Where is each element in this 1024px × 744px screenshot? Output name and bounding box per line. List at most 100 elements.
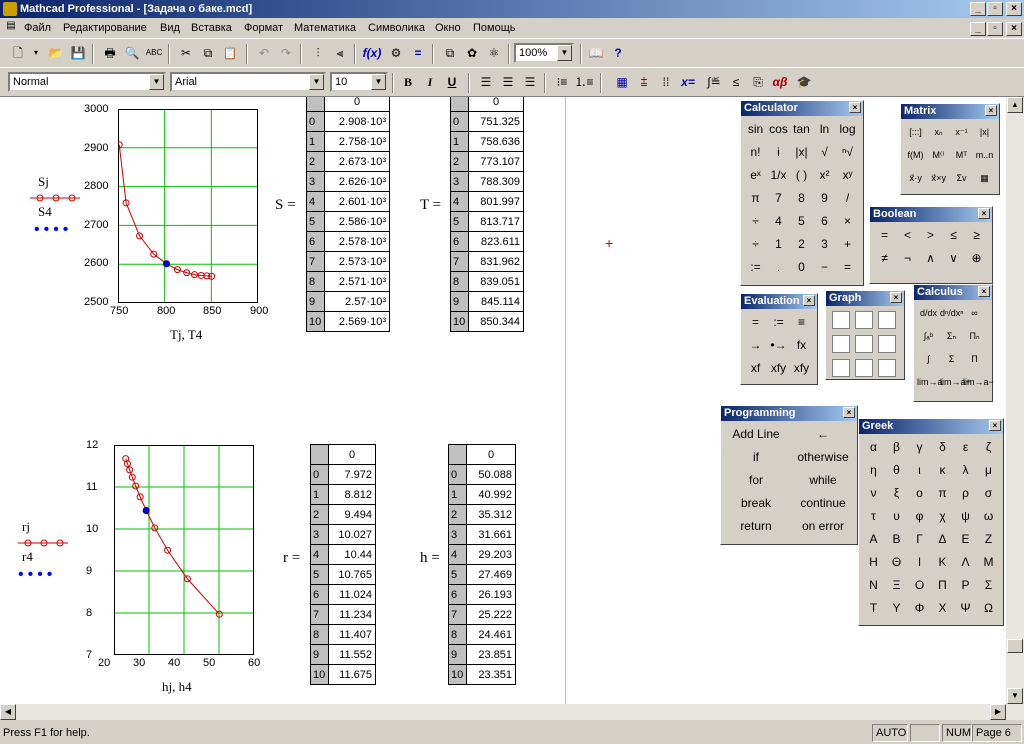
matrix-cell[interactable]: 839.051 [468, 271, 524, 292]
greek-key[interactable]: π [931, 482, 954, 505]
boolean-key[interactable]: ∧ [919, 247, 942, 270]
calculus-key[interactable]: ∞ [963, 302, 986, 325]
align-across-icon[interactable]: ⫶ [308, 43, 328, 63]
align-left-icon[interactable]: ☰ [476, 72, 496, 92]
greek-key[interactable]: Ν [862, 574, 885, 597]
greek-key[interactable]: Ρ [954, 574, 977, 597]
scroll-left-icon[interactable]: ◀ [0, 704, 16, 720]
matrix-cell[interactable]: 751.325 [468, 111, 524, 132]
boolean-key[interactable]: ≤ [942, 224, 965, 247]
graph-toolbar-icon[interactable]: ⩲ [634, 72, 654, 92]
greek-key[interactable]: υ [885, 505, 908, 528]
matrix-cell[interactable]: 11.675 [328, 664, 376, 685]
close-icon[interactable]: × [978, 208, 990, 219]
programming-key[interactable]: otherwise [791, 446, 855, 469]
evaluation-key[interactable]: xfy [790, 357, 813, 380]
greek-key[interactable]: Π [931, 574, 954, 597]
greek-key[interactable]: Ι [908, 551, 931, 574]
matrix-key[interactable]: Σv [950, 167, 973, 190]
calculator-key[interactable]: ÷ [744, 210, 767, 233]
paste-icon[interactable]: 📋 [220, 43, 240, 63]
calculator-key[interactable]: + [836, 233, 859, 256]
calculator-key[interactable]: 0 [790, 256, 813, 279]
insert-component-icon[interactable]: ⧉ [440, 43, 460, 63]
calculator-key[interactable]: = [836, 256, 859, 279]
maximize-button[interactable]: ▫ [987, 2, 1003, 16]
boolean-key[interactable]: > [919, 224, 942, 247]
matrix-cell[interactable]: 40.992 [466, 484, 516, 505]
greek-key[interactable]: Γ [908, 528, 931, 551]
bold-icon[interactable]: B [398, 72, 418, 92]
calculator-key[interactable]: 1/x [767, 164, 790, 187]
font-select[interactable]: Arial ▼ [170, 72, 326, 92]
greek-key[interactable]: ι [908, 459, 931, 482]
close-icon[interactable]: × [803, 295, 815, 306]
boolean-key[interactable]: = [873, 224, 896, 247]
greek-key[interactable]: Ε [954, 528, 977, 551]
calculus-key[interactable]: Πₙ [963, 325, 986, 348]
greek-key[interactable]: κ [931, 459, 954, 482]
programming-key[interactable]: Add Line [721, 423, 791, 446]
greek-key[interactable]: ρ [954, 482, 977, 505]
greek-key[interactable]: Ξ [885, 574, 908, 597]
menu-view[interactable]: Вид [160, 19, 180, 38]
greek-key[interactable]: Ζ [977, 528, 1000, 551]
calculus-key[interactable]: dⁿ/dxⁿ [940, 302, 964, 325]
matrix-cell[interactable]: 801.997 [468, 191, 524, 212]
menu-format[interactable]: Формат [244, 19, 283, 38]
vertical-scrollbar[interactable]: ▲ ▼ [1006, 97, 1024, 720]
matrix-cell[interactable]: 845.114 [468, 291, 524, 312]
matrix-cell[interactable]: 26.193 [466, 584, 516, 605]
greek-key[interactable]: α [862, 436, 885, 459]
greek-key[interactable]: Σ [977, 574, 1000, 597]
calculus-key[interactable]: Σₙ [940, 325, 963, 348]
matrix-key[interactable]: Mᵀ [950, 144, 973, 167]
matrix-cell[interactable]: 25.222 [466, 604, 516, 625]
matrix-cell[interactable]: 2.601·10³ [324, 191, 390, 212]
greek-key[interactable]: Ψ [954, 597, 977, 620]
calculator-key[interactable]: . [767, 256, 790, 279]
3d-bar-icon[interactable] [877, 335, 896, 353]
matrix-key[interactable]: m..n [973, 144, 996, 167]
evaluation-key[interactable]: ≡ [790, 311, 813, 334]
insert-unit-icon[interactable]: ⚙ [386, 43, 406, 63]
calculator-key[interactable]: log [836, 118, 859, 141]
evaluation-key[interactable]: = [744, 311, 767, 334]
help-icon[interactable]: ? [608, 43, 628, 63]
style-select[interactable]: Normal ▼ [8, 72, 166, 92]
matrix-cell[interactable]: 2.586·10³ [324, 211, 390, 232]
calculator-key[interactable]: i [767, 141, 790, 164]
calculus-key[interactable]: d/dx [917, 302, 940, 325]
vector-field-icon[interactable] [831, 359, 850, 377]
programming-toolbar-icon[interactable]: ⎘ [748, 72, 768, 92]
matrix-key[interactable]: x⃗×y [927, 167, 950, 190]
programming-key[interactable]: while [791, 469, 855, 492]
matrix-cell[interactable]: 831.962 [468, 251, 524, 272]
greek-key[interactable]: ζ [977, 436, 1000, 459]
calculator-key[interactable]: eˣ [744, 164, 767, 187]
boolean-key[interactable]: ∨ [942, 247, 965, 270]
calculator-key[interactable]: n! [744, 141, 767, 164]
doc-restore-button[interactable]: ▫ [987, 22, 1003, 36]
zoom-select[interactable]: 100% ▼ [514, 43, 574, 63]
calculator-key[interactable]: cos [767, 118, 790, 141]
matrix-h-table[interactable]: 0 0 50.088 1 40.992 2 35.312 3 31.661 4 29.203 5 27.… [448, 444, 516, 685]
minimize-button[interactable]: _ [970, 2, 986, 16]
matrix-cell[interactable]: 10.44 [328, 544, 376, 565]
calculator-key[interactable]: − [813, 256, 836, 279]
matrix-cell[interactable]: 35.312 [466, 504, 516, 525]
calculator-key[interactable]: π [744, 187, 767, 210]
matrix-cell[interactable]: 2.758·10³ [324, 131, 390, 152]
greek-key[interactable]: Μ [977, 551, 1000, 574]
matrix-cell[interactable]: 27.469 [466, 564, 516, 585]
greek-key[interactable]: ξ [885, 482, 908, 505]
boolean-key[interactable]: ≠ [873, 247, 896, 270]
matrix-t-table[interactable]: 0 0 751.325 1 758.636 2 773.107 3 788.309 4 801.99… [450, 97, 524, 332]
programming-key[interactable]: ← [791, 423, 855, 446]
calculus-key[interactable]: Π [963, 348, 986, 371]
calculus-key[interactable]: ∫ [917, 348, 940, 371]
matrix-cell[interactable]: 11.234 [328, 604, 376, 625]
matrix-cell[interactable]: 11.407 [328, 624, 376, 645]
matrix-cell[interactable]: 29.203 [466, 544, 516, 565]
italic-icon[interactable]: I [420, 72, 440, 92]
